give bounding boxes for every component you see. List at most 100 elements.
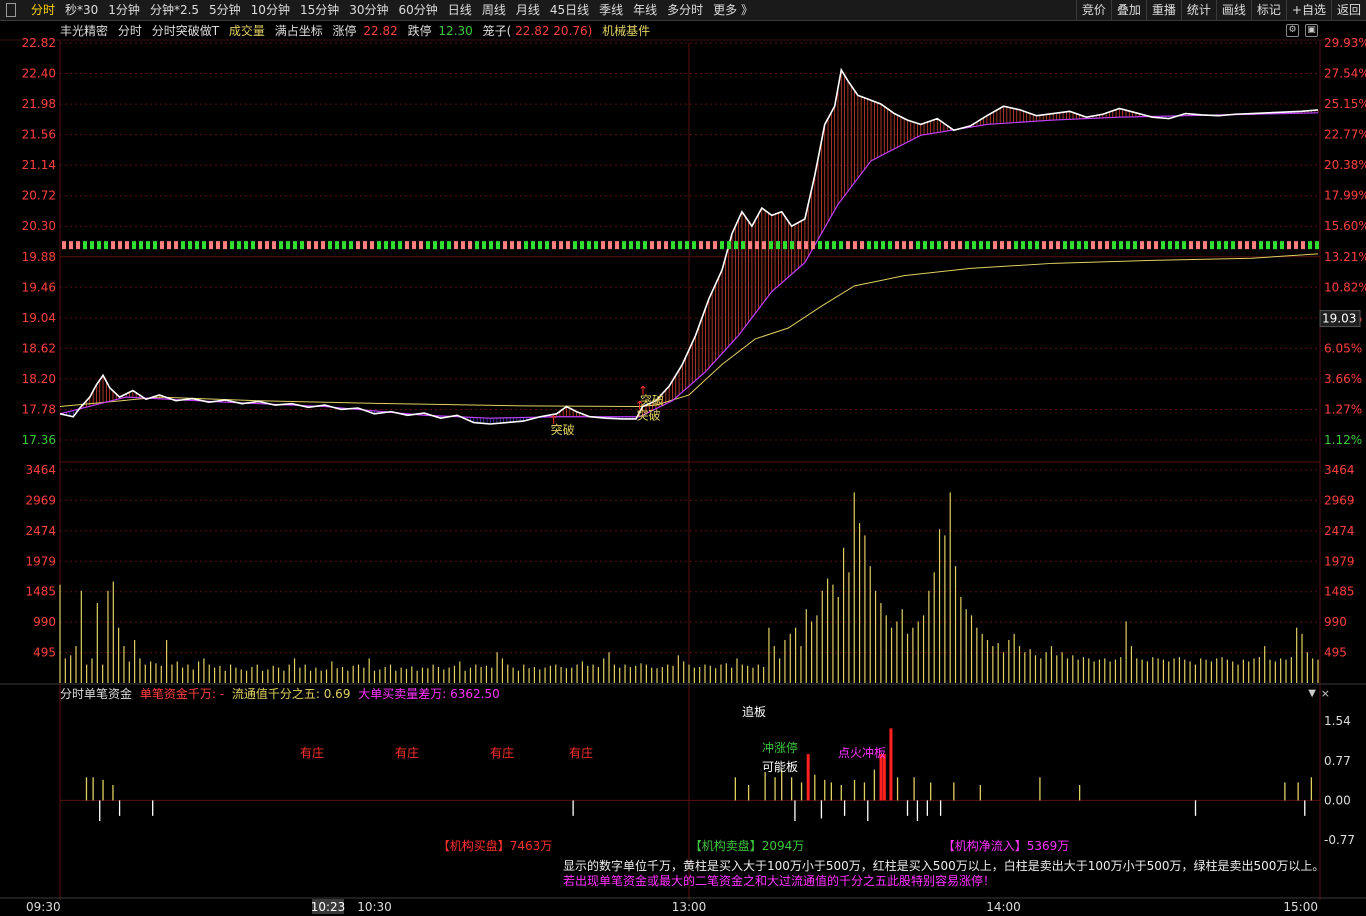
volume-right-tick: 2969 [1324,493,1355,507]
signal-strip-mark [1042,241,1046,250]
signal-strip-mark [1035,241,1039,250]
signal-strip-mark [167,241,171,250]
signal-strip-mark [790,241,794,250]
signal-strip-mark [923,241,927,250]
signal-strip-mark [90,241,94,250]
volume-left-tick: 1979 [25,554,56,568]
signal-strip-mark [433,241,437,250]
signal-strip-mark [1266,241,1270,250]
signal-strip-mark [1049,241,1053,250]
signal-strip-mark [405,241,409,250]
signal-strip-mark [671,241,675,250]
signal-strip-mark [125,241,129,250]
signal-strip-mark [1070,241,1074,250]
signal-strip-mark [972,241,976,250]
price-right-tick: 17.99% [1324,189,1366,203]
signal-strip-mark [874,241,878,250]
signal-strip-mark [328,241,332,250]
signal-strip-mark [748,241,752,250]
signal-strip-mark [944,241,948,250]
signal-strip-mark [209,241,213,250]
signal-strip-mark [1182,241,1186,250]
signal-strip-mark [1245,241,1249,250]
price-right-tick: 15.60% [1324,219,1366,233]
signal-strip-mark [1028,241,1032,250]
signal-strip-mark [881,241,885,250]
signal-strip-mark [265,241,269,250]
signal-strip-mark [643,241,647,250]
signal-strip-mark [1287,241,1291,250]
fund-right-tick: -0.77 [1324,833,1355,847]
price-left-tick: 20.30 [22,219,56,233]
time-cursor-label: 10:23 [311,900,346,914]
signal-strip-mark [993,241,997,250]
signal-strip-mark [97,241,101,250]
signal-strip-mark [1231,241,1235,250]
signal-strip-mark [314,241,318,250]
signal-strip-mark [909,241,913,250]
signal-strip-mark [300,241,304,250]
volume-right-tick: 2474 [1324,524,1355,538]
signal-strip-mark [741,241,745,250]
signal-strip-mark [545,241,549,250]
legend-note: 显示的数字单位千万，黄柱是买入大于100万小于500万，红柱是买入500万以上，… [563,859,1324,889]
signal-strip-mark [1280,241,1284,250]
time-tick: 14:00 [986,900,1021,914]
breakout-arrow-icon: ↑ [635,398,645,412]
signal-strip-mark [1133,241,1137,250]
volume-right-tick: 1979 [1324,554,1355,568]
fund-label-ignite: 点火冲板 [838,745,886,760]
signal-strip-mark [412,241,416,250]
price-left-tick: 19.88 [22,250,56,264]
signal-strip-mark [1084,241,1088,250]
volume-right-tick: 3464 [1324,463,1355,477]
price-left-tick: 22.40 [22,67,56,81]
signal-strip-mark [272,241,276,250]
fund-label-inst-sell: 【机构卖盘】2094万 [690,838,805,853]
signal-strip-mark [573,241,577,250]
fund-label-zhuang: 有庄 [300,745,324,760]
signal-strip-mark [776,241,780,250]
fund-right-tick: 0.00 [1324,793,1351,807]
price-left-tick: 22.82 [22,36,56,50]
signal-strip-mark [755,241,759,250]
signal-strip-mark [1021,241,1025,250]
signal-strip-mark [223,241,227,250]
signal-strip-mark [832,241,836,250]
price-right-tick: 6.05% [1324,341,1362,355]
signal-strip-mark [1000,241,1004,250]
signal-strip-mark [174,241,178,250]
signal-strip-mark [1252,241,1256,250]
signal-strip-mark [349,241,353,250]
signal-strip-mark [937,241,941,250]
fund-panel-header: 分时单笔资金 单笔资金千万: - 流通值千分之五: 0.69 大单买卖量差万: … [60,686,1310,702]
signal-strip-mark [1147,241,1151,250]
signal-strip-mark [118,241,122,250]
signal-strip-mark [566,241,570,250]
fund-dropdown-icon[interactable]: ▼ [1308,688,1316,699]
fund-float-label: 流通值千分之五: 0.69 [231,687,351,701]
signal-strip-mark [1273,241,1277,250]
signal-strip-mark [1224,241,1228,250]
signal-strip-mark [356,241,360,250]
signal-strip-mark [1091,241,1095,250]
signal-strip-mark [279,241,283,250]
price-left-tick: 21.14 [22,158,56,172]
signal-strip-mark [1238,241,1242,250]
signal-strip-mark [1189,241,1193,250]
fund-close-icon[interactable]: × [1321,687,1330,700]
signal-strip-mark [1056,241,1060,250]
volume-left-tick: 3464 [25,463,56,477]
signal-strip-mark [1308,241,1312,250]
signal-strip-mark [846,241,850,250]
signal-strip-mark [615,241,619,250]
signal-strip-mark [1105,241,1109,250]
fund-right-tick: 1.54 [1324,714,1351,728]
signal-strip-mark [181,241,185,250]
signal-strip-mark [202,241,206,250]
signal-strip-mark [916,241,920,250]
signal-strip-mark [888,241,892,250]
signal-strip-mark [216,241,220,250]
fund-right-tick: 0.77 [1324,754,1351,768]
signal-strip-mark [1154,241,1158,250]
